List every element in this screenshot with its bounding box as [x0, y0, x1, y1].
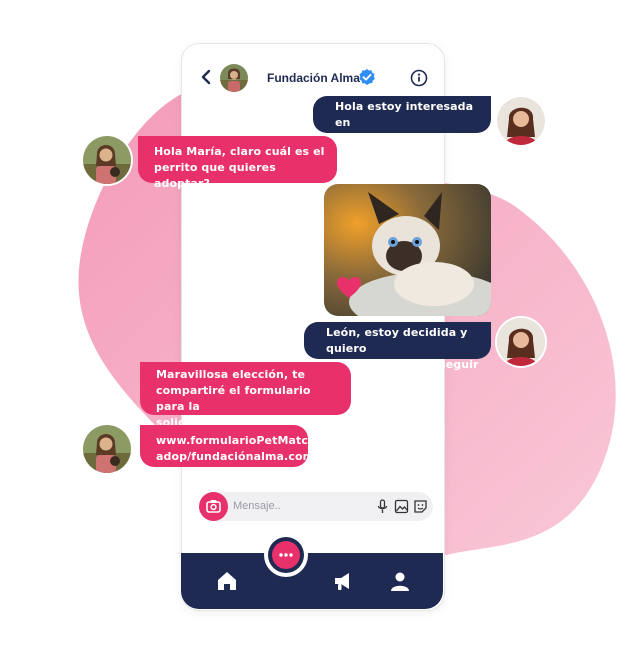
sticker-icon[interactable] [413, 499, 428, 514]
profile-icon[interactable] [389, 570, 411, 592]
verified-badge-icon [359, 69, 375, 85]
gallery-icon[interactable] [394, 499, 409, 514]
camera-icon [206, 500, 221, 513]
message-incoming[interactable]: Hola María, claro cuál es el perrito que… [138, 136, 337, 190]
contact-name: Fundación Alma [267, 71, 360, 85]
camera-button[interactable] [199, 492, 228, 521]
home-icon[interactable] [216, 570, 238, 592]
microphone-icon[interactable] [375, 499, 390, 514]
message-composer: Mensaje.. [199, 492, 433, 521]
megaphone-icon[interactable] [332, 570, 354, 592]
user-avatar [497, 318, 545, 366]
chat-icon [279, 553, 293, 557]
info-icon[interactable] [410, 69, 428, 87]
message-outgoing[interactable]: Hola estoy interesada en adoptar [313, 96, 491, 145]
heart-icon[interactable] [336, 276, 362, 300]
message-outgoing[interactable]: León, estoy decidida y quiero saber los … [304, 322, 491, 371]
message-input[interactable]: Mensaje.. [233, 500, 281, 512]
chat-button[interactable] [272, 541, 300, 569]
user-avatar [497, 97, 545, 145]
message-incoming[interactable]: Maravillosa elección, te compartiré el f… [140, 362, 351, 429]
message-link[interactable]: www.formularioPetMatch adop/fundaciónalm… [140, 425, 316, 467]
contact-avatar[interactable] [220, 64, 248, 92]
contact-photo [220, 64, 248, 92]
contact-avatar-large [83, 136, 131, 184]
back-arrow-icon[interactable] [198, 68, 216, 86]
contact-avatar-large [83, 425, 131, 473]
